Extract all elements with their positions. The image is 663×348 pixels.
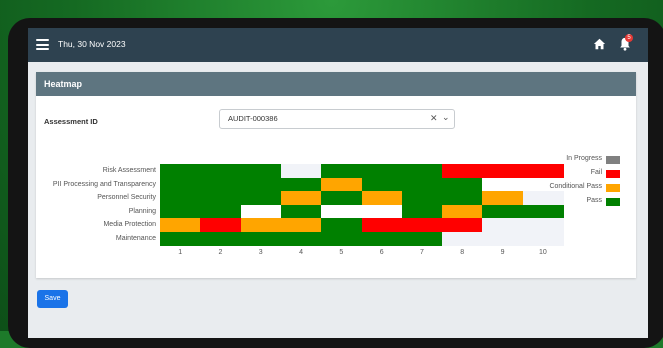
heatmap-cell[interactable] xyxy=(401,231,443,246)
heatmap-cell[interactable] xyxy=(482,218,524,233)
legend-swatch xyxy=(606,184,620,192)
x-tick-label: 3 xyxy=(258,249,263,256)
x-tick-label: 2 xyxy=(218,249,223,256)
x-tick-label: 4 xyxy=(299,249,303,256)
heatmap-cell[interactable] xyxy=(160,191,201,206)
heatmap-cell[interactable] xyxy=(401,204,443,219)
heatmap-cell[interactable] xyxy=(401,177,443,192)
x-tick-label: 1 xyxy=(178,249,183,256)
heatmap-cell[interactable] xyxy=(482,191,524,206)
y-tick-label: Risk Assessment xyxy=(102,167,156,174)
heatmap-cell[interactable] xyxy=(522,204,564,219)
heatmap-cell[interactable] xyxy=(200,177,242,192)
heatmap-cell[interactable] xyxy=(361,231,403,246)
heatmap-cell[interactable] xyxy=(522,231,564,246)
heatmap-card: Heatmap Assessment ID AUDIT-000386 ✕ ⌄ R… xyxy=(36,72,636,278)
heatmap-cell[interactable] xyxy=(482,164,524,179)
heatmap-cell[interactable] xyxy=(280,177,322,192)
legend-swatch xyxy=(606,198,620,206)
chevron-down-icon[interactable]: ⌄ xyxy=(442,112,450,123)
y-tick-label: PII Processing and Transparency xyxy=(52,180,156,188)
heatmap-cell[interactable] xyxy=(442,204,483,219)
home-icon[interactable] xyxy=(593,38,606,50)
heatmap-cell[interactable] xyxy=(160,177,201,192)
heatmap-cell[interactable] xyxy=(280,164,322,179)
heatmap-cell[interactable] xyxy=(200,218,242,233)
assessment-id-select[interactable]: AUDIT-000386 ✕ ⌄ xyxy=(219,109,455,129)
heatmap-cell[interactable] xyxy=(361,218,403,233)
app-screen: Thu, 30 Nov 2023 5 Heatmap Assessment ID… xyxy=(28,28,648,338)
notification-badge: 5 xyxy=(625,34,633,42)
heatmap-cell[interactable] xyxy=(321,177,363,192)
x-tick-label: 5 xyxy=(339,249,344,256)
heatmap-cell[interactable] xyxy=(482,204,524,219)
card-title: Heatmap xyxy=(44,79,83,89)
heatmap-cell[interactable] xyxy=(321,218,363,233)
heatmap-cell[interactable] xyxy=(442,164,483,179)
heatmap-cell[interactable] xyxy=(160,204,201,219)
heatmap-cell[interactable] xyxy=(200,204,242,219)
heatmap-cell[interactable] xyxy=(280,191,322,206)
heatmap-cell[interactable] xyxy=(160,164,201,179)
legend-label: Pass xyxy=(586,197,602,204)
heatmap-cell[interactable] xyxy=(240,204,282,219)
x-tick-label: 10 xyxy=(538,249,547,256)
heatmap-cell[interactable] xyxy=(240,191,282,206)
top-bar: Thu, 30 Nov 2023 5 xyxy=(28,28,648,62)
heatmap-cell[interactable] xyxy=(442,177,483,192)
heatmap-cell[interactable] xyxy=(280,231,322,246)
heatmap-cell[interactable] xyxy=(442,231,483,246)
heatmap-cell[interactable] xyxy=(160,231,201,246)
legend-swatch xyxy=(606,170,620,178)
heatmap-cell[interactable] xyxy=(361,204,403,219)
legend-label: In Progress xyxy=(566,155,602,162)
heatmap-cell[interactable] xyxy=(240,218,282,233)
x-tick-label: 6 xyxy=(379,249,384,256)
card-header: Heatmap xyxy=(36,72,636,96)
y-tick-label: Maintenance xyxy=(115,234,156,242)
legend-swatch xyxy=(606,156,620,164)
heatmap-cell[interactable] xyxy=(401,218,443,233)
legend-label: Fail xyxy=(590,169,602,176)
clear-icon[interactable]: ✕ xyxy=(430,113,438,124)
y-tick-label: Planning xyxy=(128,207,156,215)
heatmap-cell[interactable] xyxy=(200,191,242,206)
heatmap-cell[interactable] xyxy=(240,177,282,192)
heatmap-cell[interactable] xyxy=(200,231,242,246)
heatmap-cell[interactable] xyxy=(401,191,443,206)
assessment-id-label: Assessment ID xyxy=(44,117,98,126)
heatmap-cell[interactable] xyxy=(200,164,242,179)
heatmap-cell[interactable] xyxy=(361,191,403,206)
legend-label: Conditional Pass xyxy=(549,183,602,190)
heatmap-cell[interactable] xyxy=(240,164,282,179)
heatmap-cell[interactable] xyxy=(321,164,363,179)
heatmap-cell[interactable] xyxy=(321,231,363,246)
save-button[interactable]: Save xyxy=(37,290,68,308)
heatmap-cell[interactable] xyxy=(280,204,322,219)
heatmap-cell[interactable] xyxy=(482,231,524,246)
menu-icon[interactable] xyxy=(36,39,49,50)
x-tick-label: 7 xyxy=(419,249,424,256)
heatmap-cell[interactable] xyxy=(160,218,201,233)
heatmap-cell[interactable] xyxy=(442,191,483,206)
heatmap-cell[interactable] xyxy=(401,164,443,179)
heatmap-cell[interactable] xyxy=(522,218,564,233)
heatmap-cell[interactable] xyxy=(321,191,363,206)
heatmap-cell[interactable] xyxy=(280,218,322,233)
heatmap-cell[interactable] xyxy=(482,177,524,192)
assessment-id-value: AUDIT-000386 xyxy=(228,114,278,123)
x-tick-label: 8 xyxy=(460,249,465,256)
current-date: Thu, 30 Nov 2023 xyxy=(58,39,126,49)
heatmap-cell[interactable] xyxy=(240,231,282,246)
heatmap-cell[interactable] xyxy=(442,218,483,233)
y-tick-label: Media Protection xyxy=(103,221,156,228)
heatmap-cell[interactable] xyxy=(361,177,403,192)
x-tick-label: 9 xyxy=(500,249,505,256)
y-tick-label: Personnel Security xyxy=(97,194,156,201)
heatmap-cell[interactable] xyxy=(361,164,403,179)
heatmap-cell[interactable] xyxy=(321,204,363,219)
